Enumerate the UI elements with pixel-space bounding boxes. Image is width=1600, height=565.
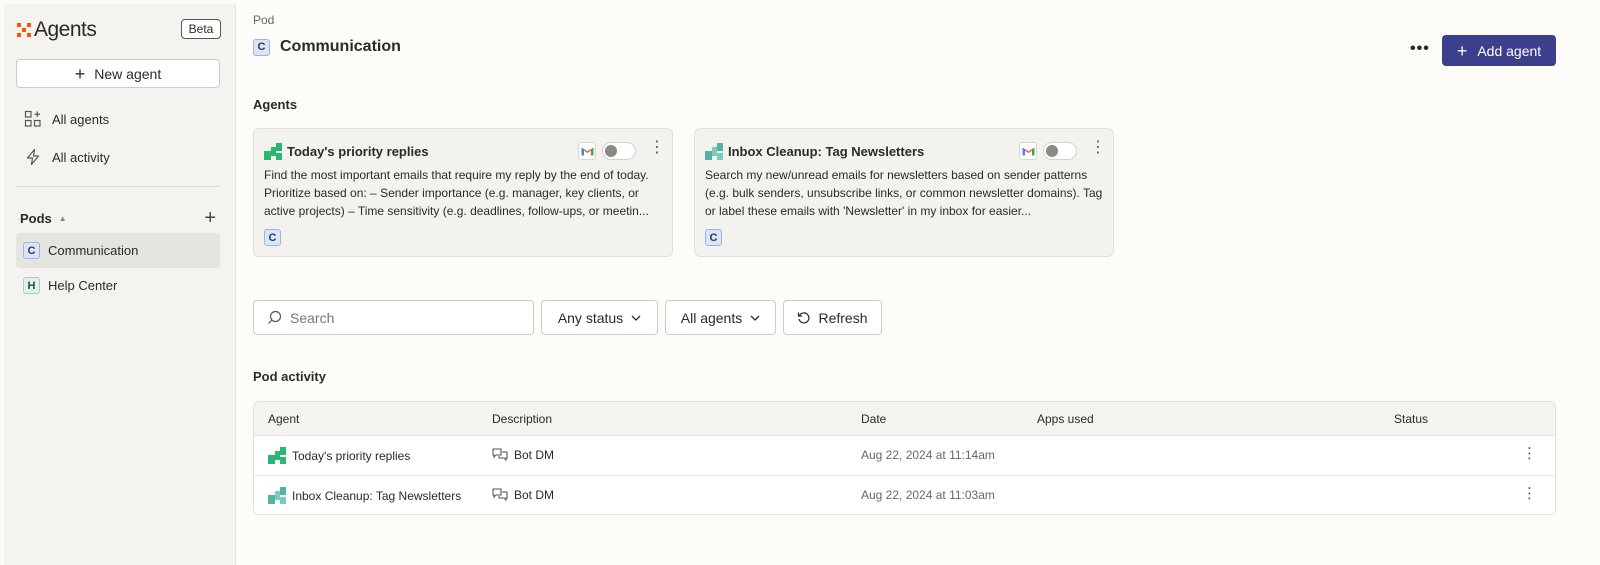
breadcrumb[interactable]: Pod	[253, 13, 274, 27]
pod-badge: C	[705, 229, 722, 246]
agent-card-description: Find the most important emails that requ…	[264, 168, 649, 218]
row-date: Aug 22, 2024 at 11:03am	[861, 488, 995, 502]
pods-header: Pods ▲ +	[20, 208, 216, 228]
gmail-icon	[1019, 142, 1037, 160]
sidebar-nav: All agents All activity	[16, 100, 220, 176]
activity-table: Agent Description Date Apps used Status …	[253, 401, 1556, 515]
agents-filter-label: All agents	[680, 309, 743, 326]
more-options-icon[interactable]: •••	[1410, 40, 1430, 58]
gmail-icon	[578, 142, 596, 160]
chevron-down-icon	[631, 315, 641, 321]
agent-card-title: Today's priority replies	[287, 144, 429, 159]
row-agent-name: Today's priority replies	[292, 449, 411, 463]
table-row[interactable]: Today's priority replies Bot DM Aug 22, …	[254, 436, 1555, 476]
row-menu-icon[interactable]: ⋮	[1522, 446, 1537, 460]
sidebar-item-label: All agents	[52, 111, 110, 127]
sidebar-divider	[16, 186, 220, 187]
search-icon	[268, 310, 282, 324]
new-agent-label: New agent	[94, 65, 162, 82]
row-agent: Today's priority replies	[268, 447, 410, 465]
agents-filter-dropdown[interactable]: All agents	[665, 300, 776, 335]
column-header-date: Date	[861, 412, 887, 426]
row-agent-name: Inbox Cleanup: Tag Newsletters	[292, 489, 462, 503]
sidebar-item-all-activity[interactable]: All activity	[16, 138, 220, 176]
agent-enable-toggle[interactable]	[1043, 142, 1077, 160]
pods-label[interactable]: Pods	[20, 211, 52, 226]
pod-badge: C	[264, 229, 281, 246]
agent-card[interactable]: Inbox Cleanup: Tag Newsletters ⋮ Search …	[694, 128, 1114, 257]
card-menu-icon[interactable]: ⋮	[1090, 139, 1106, 155]
add-agent-label: Add agent	[1477, 42, 1542, 59]
add-agent-button[interactable]: + Add agent	[1442, 35, 1556, 66]
chat-bubbles-icon	[492, 488, 508, 502]
row-description-text: Bot DM	[514, 488, 555, 502]
refresh-icon	[798, 312, 810, 324]
zapier-logo-icon	[17, 23, 31, 37]
card-pod-badge-wrap: C	[264, 229, 289, 246]
row-description: Bot DM	[492, 448, 554, 462]
card-menu-icon[interactable]: ⋮	[649, 139, 665, 155]
sidebar-item-help-center[interactable]: H Help Center	[16, 268, 220, 303]
beta-badge: Beta	[181, 19, 221, 39]
add-pod-icon[interactable]: +	[204, 208, 216, 228]
agent-green-icon	[268, 447, 286, 464]
sidebar-item-all-agents[interactable]: All agents	[16, 100, 220, 138]
agent-green-icon	[264, 143, 282, 160]
plus-icon: +	[1456, 40, 1468, 61]
status-filter-label: Any status	[557, 309, 624, 326]
card-pod-badge-wrap: C	[705, 229, 730, 246]
status-filter-dropdown[interactable]: Any status	[541, 300, 658, 335]
page-title-text: Communication	[280, 38, 401, 55]
pod-badge: C	[253, 38, 270, 56]
row-description: Bot DM	[492, 488, 554, 502]
brand[interactable]: Agents	[16, 18, 97, 42]
search-input[interactable]: Search	[253, 300, 534, 335]
table-row[interactable]: Inbox Cleanup: Tag Newsletters Bot DM Au…	[254, 476, 1555, 514]
grid-plus-icon	[24, 110, 41, 127]
sidebar-item-label: All activity	[52, 149, 110, 165]
row-menu-icon[interactable]: ⋮	[1522, 486, 1537, 500]
search-placeholder: Search	[290, 309, 335, 326]
agent-card[interactable]: Today's priority replies ⋮ Find the most…	[253, 128, 673, 257]
sidebar: Agents Beta + New agent All agents All a…	[4, 4, 236, 565]
pod-badge: C	[23, 242, 40, 259]
column-header-description: Description	[492, 412, 553, 426]
agent-enable-toggle[interactable]	[602, 142, 636, 160]
row-agent: Inbox Cleanup: Tag Newsletters	[268, 487, 461, 505]
plus-icon: +	[74, 63, 86, 84]
column-header-status: Status	[1394, 412, 1429, 426]
agent-card-description: Search my new/unread emails for newslett…	[705, 168, 1103, 218]
brand-name: Agents	[34, 18, 97, 41]
pod-label: Help Center	[48, 278, 118, 293]
agent-teal-icon	[705, 143, 723, 160]
chevron-down-icon	[750, 315, 760, 321]
table-header: Agent Description Date Apps used Status	[254, 402, 1555, 436]
agent-teal-icon	[268, 487, 286, 504]
new-agent-button[interactable]: + New agent	[16, 59, 220, 88]
sidebar-item-communication[interactable]: C Communication	[16, 233, 220, 268]
page-title: C Communication	[253, 38, 401, 56]
chat-bubbles-icon	[492, 448, 508, 462]
agents-section-title: Agents	[253, 97, 298, 112]
refresh-button[interactable]: Refresh	[783, 300, 882, 335]
pod-label: Communication	[48, 243, 139, 258]
column-header-agent: Agent	[268, 412, 300, 426]
caret-up-icon[interactable]: ▲	[59, 214, 67, 223]
row-date: Aug 22, 2024 at 11:14am	[861, 448, 995, 462]
pod-badge: H	[23, 277, 40, 294]
column-header-apps-used: Apps used	[1037, 412, 1094, 426]
lightning-icon	[26, 148, 40, 166]
pod-list: C Communication H Help Center	[16, 233, 220, 303]
agent-card-title: Inbox Cleanup: Tag Newsletters	[728, 144, 925, 159]
activity-section-title: Pod activity	[253, 369, 326, 384]
row-description-text: Bot DM	[514, 448, 555, 462]
refresh-label: Refresh	[818, 309, 868, 326]
